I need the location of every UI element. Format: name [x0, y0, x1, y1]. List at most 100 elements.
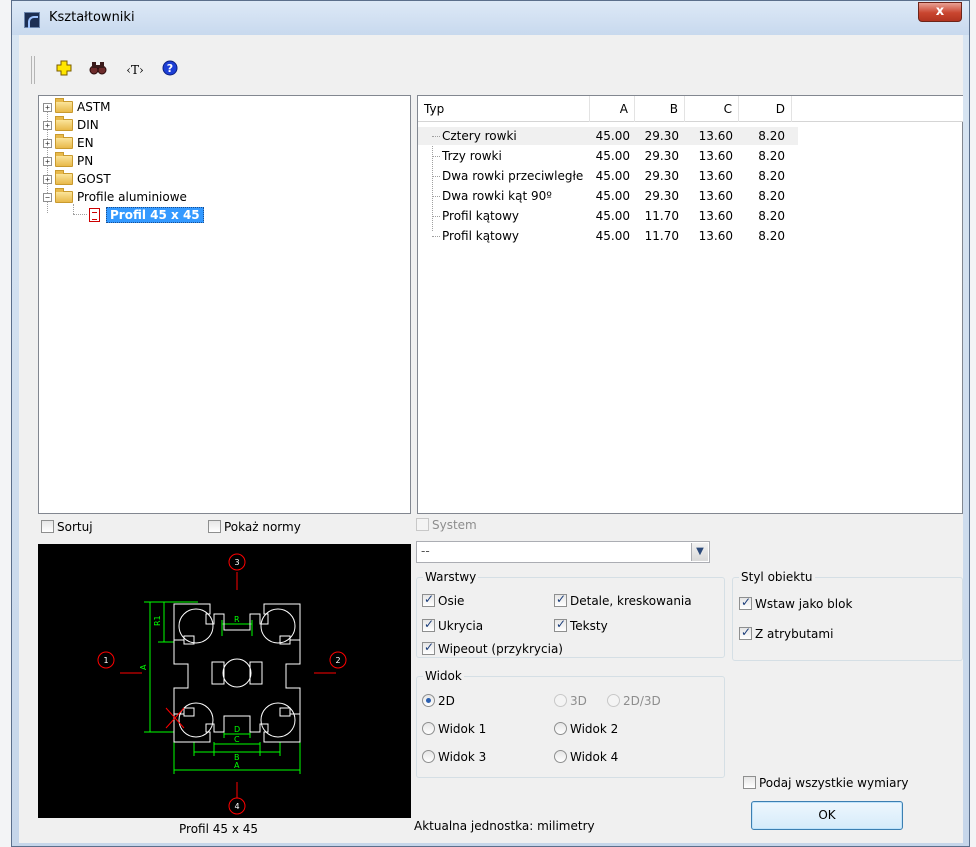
radio-button[interactable]	[554, 750, 567, 763]
expand-icon[interactable]: +	[43, 120, 52, 130]
tree-item-din[interactable]: + DIN	[43, 116, 99, 134]
checkbox-box[interactable]	[554, 617, 567, 632]
tree-item-label: PN	[77, 154, 94, 168]
column-header-typ[interactable]: Typ	[418, 96, 590, 122]
checkbox-box[interactable]	[41, 520, 54, 533]
view-2d-radio[interactable]: 2D	[422, 694, 455, 708]
radio-button[interactable]	[607, 694, 620, 707]
expand-icon[interactable]: +	[43, 156, 52, 166]
title-bar[interactable]: Kształtowniki x	[12, 1, 969, 35]
column-header-d[interactable]: D	[739, 96, 792, 122]
checkbox-box[interactable]	[416, 518, 429, 531]
cell-b: 29.30	[644, 149, 679, 163]
svg-text:A: A	[234, 761, 240, 770]
radio-button[interactable]	[422, 750, 435, 763]
tree-item-en[interactable]: + EN	[43, 134, 94, 152]
checkbox-box[interactable]	[739, 595, 752, 610]
pokaz-normy-checkbox[interactable]: Pokaż normy	[208, 520, 301, 534]
add-button[interactable]	[53, 60, 75, 80]
cell-typ: Cztery rowki	[442, 129, 517, 143]
detale-checkbox[interactable]: Detale, kreskowania	[554, 592, 692, 608]
z-atrybutami-checkbox[interactable]: Z atrybutami	[739, 625, 833, 641]
system-checkbox[interactable]: System	[416, 518, 477, 532]
radio-button[interactable]	[422, 694, 435, 707]
wstaw-jako-blok-checkbox[interactable]: Wstaw jako blok	[739, 595, 852, 611]
widok-2-radio[interactable]: Widok 2	[554, 722, 618, 736]
tree-item-astm[interactable]: + ASTM	[43, 98, 111, 116]
tree-item-profil-45x45[interactable]: Profil 45 x 45	[89, 206, 204, 224]
pokaz-normy-label: Pokaż normy	[224, 520, 301, 534]
cell-b: 11.70	[644, 229, 679, 243]
cell-a: 45.00	[595, 229, 630, 243]
close-button[interactable]: x	[918, 2, 962, 22]
table-row[interactable]: Profil kątowy 45.00 11.70 13.60 8.20	[418, 227, 798, 245]
checkbox-box[interactable]	[743, 776, 756, 789]
text-button[interactable]: ‹T›	[122, 60, 148, 80]
radio-button[interactable]	[554, 722, 567, 735]
tree-item-label: ASTM	[77, 100, 111, 114]
tree-item-gost[interactable]: + GOST	[43, 170, 111, 188]
table-row[interactable]: Cztery rowki 45.00 29.30 13.60 8.20	[418, 127, 798, 145]
profile-type-list[interactable]: Typ A B C D Cztery rowki 45.00 29.30 13.…	[417, 95, 963, 514]
column-header-c[interactable]: C	[685, 96, 739, 122]
sortuj-checkbox[interactable]: Sortuj	[41, 520, 93, 534]
cell-a: 45.00	[595, 189, 630, 203]
table-row[interactable]: Dwa rowki przeciwległe 45.00 29.30 13.60…	[418, 167, 798, 185]
radio-button[interactable]	[422, 722, 435, 735]
view-2d3d-label: 2D/3D	[623, 694, 661, 708]
svg-text:A: A	[139, 664, 148, 670]
widok-4-radio[interactable]: Widok 4	[554, 750, 618, 764]
cell-c: 13.60	[698, 129, 733, 143]
svg-text:2: 2	[335, 656, 340, 665]
checkbox-box[interactable]	[422, 640, 435, 655]
widok-3-radio[interactable]: Widok 3	[422, 750, 486, 764]
table-row[interactable]: Dwa rowki kąt 90º 45.00 29.30 13.60 8.20	[418, 187, 798, 205]
find-button[interactable]	[87, 60, 109, 80]
combo-value: --	[421, 544, 430, 558]
podaj-wymiary-checkbox[interactable]: Podaj wszystkie wymiary	[743, 776, 909, 790]
standards-tree[interactable]: + ASTM + DIN + EN + PN + GOST − Profile …	[38, 95, 411, 514]
layer-combo[interactable]: -- ▼	[416, 541, 710, 563]
table-row[interactable]: Profil kątowy 45.00 11.70 13.60 8.20	[418, 207, 798, 225]
widok-1-label: Widok 1	[438, 722, 487, 736]
group-title: Widok	[423, 669, 464, 683]
teksty-checkbox[interactable]: Teksty	[554, 617, 608, 633]
cell-c: 13.60	[698, 189, 733, 203]
widok-1-radio[interactable]: Widok 1	[422, 722, 486, 736]
toolbar-grip[interactable]	[31, 56, 35, 84]
checkbox-box[interactable]	[422, 592, 435, 607]
expand-icon[interactable]: +	[43, 102, 52, 112]
ok-button[interactable]: OK	[751, 801, 903, 830]
column-header-a[interactable]: A	[590, 96, 635, 122]
tree-item-pn[interactable]: + PN	[43, 152, 93, 170]
tree-item-profile-aluminiowe[interactable]: − Profile aluminiowe	[43, 188, 187, 206]
widok-2-label: Widok 2	[570, 722, 619, 736]
view-3d-radio[interactable]: 3D	[554, 694, 587, 708]
ukrycia-checkbox[interactable]: Ukrycia	[422, 617, 483, 633]
podaj-wymiary-label: Podaj wszystkie wymiary	[759, 776, 909, 790]
table-row[interactable]: Trzy rowki 45.00 29.30 13.60 8.20	[418, 147, 798, 165]
cell-d: 8.20	[758, 169, 785, 183]
list-header: Typ A B C D	[418, 96, 963, 122]
profile-preview: A R1 R D C B A 3 4 1 2	[38, 544, 411, 818]
osie-checkbox[interactable]: Osie	[422, 592, 464, 608]
expand-icon[interactable]: +	[43, 138, 52, 148]
cell-typ: Trzy rowki	[442, 149, 502, 163]
checkbox-box[interactable]	[422, 617, 435, 632]
chevron-down-icon[interactable]: ▼	[691, 543, 708, 561]
collapse-icon[interactable]: −	[43, 192, 52, 202]
svg-text:3: 3	[234, 558, 239, 567]
cell-typ: Dwa rowki przeciwległe	[442, 169, 584, 183]
tree-item-selected-label: Profil 45 x 45	[106, 207, 204, 223]
checkbox-box[interactable]	[554, 592, 567, 607]
wipeout-label: Wipeout (przykrycia)	[438, 642, 563, 656]
radio-button[interactable]	[554, 694, 567, 707]
help-button[interactable]: ?	[159, 60, 181, 80]
checkbox-box[interactable]	[739, 625, 752, 640]
wipeout-checkbox[interactable]: Wipeout (przykrycia)	[422, 640, 563, 656]
view-2d3d-radio[interactable]: 2D/3D	[607, 694, 661, 708]
svg-text:C: C	[234, 735, 240, 744]
column-header-b[interactable]: B	[635, 96, 685, 122]
expand-icon[interactable]: +	[43, 174, 52, 184]
checkbox-box[interactable]	[208, 520, 221, 533]
